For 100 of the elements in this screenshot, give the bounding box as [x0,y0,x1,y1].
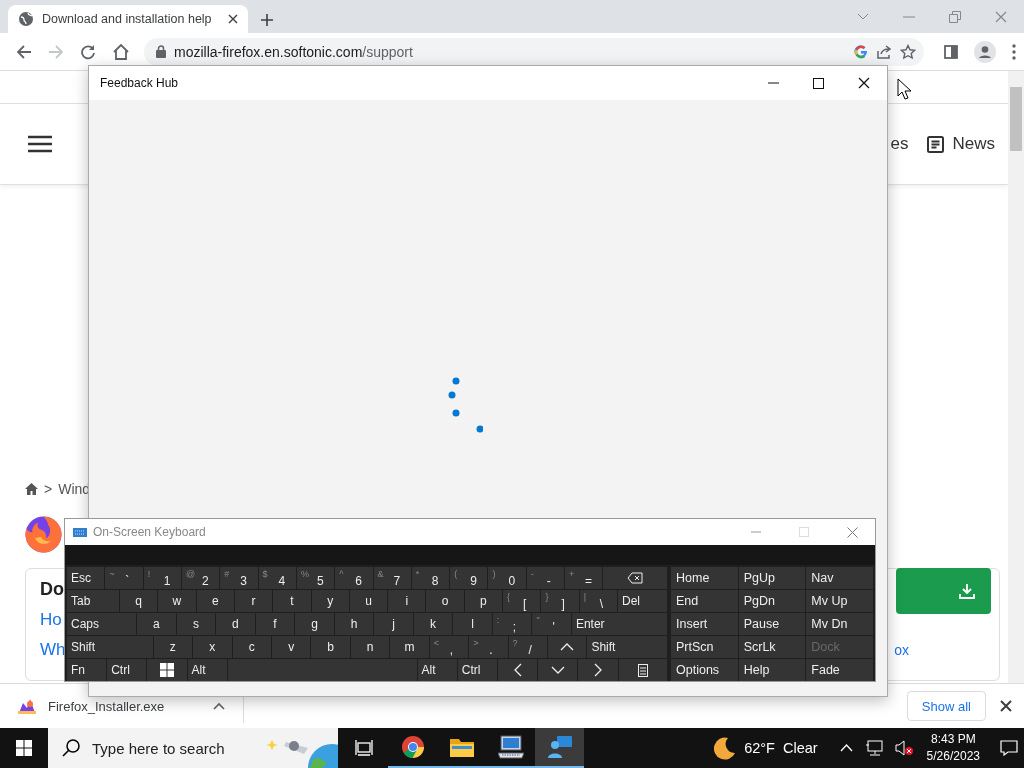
close-icon[interactable] [228,14,238,24]
keyboard-key[interactable]: r [234,590,273,612]
keyboard-key[interactable]: Caps [67,613,137,635]
close-icon[interactable] [1000,700,1012,712]
star-icon[interactable] [900,43,916,60]
keyboard-key[interactable]: Fn [67,659,107,681]
back-arrow-icon[interactable] [16,43,32,60]
keyboard-key[interactable]: b [311,636,350,658]
browser-tab[interactable]: Download and installation help [8,5,248,33]
nav-link[interactable]: News [927,134,995,154]
scrollbar[interactable] [1008,71,1024,683]
keyboard-key[interactable]: Del [618,590,668,612]
keyboard-key[interactable]: Tab [67,590,119,612]
reload-icon[interactable] [80,43,96,60]
menu-dots-icon[interactable] [1012,43,1016,60]
keyboard-key[interactable]: n [350,636,390,658]
keyboard-key[interactable]: PgUp [738,567,806,589]
keyboard-key[interactable]: h [334,613,374,635]
keyboard-key[interactable]: Pause [738,613,806,635]
keyboard-key[interactable]: s [176,613,216,635]
keyboard-key[interactable]: } ] [541,590,579,612]
keyboard-key[interactable]: @ 2 [181,567,220,589]
keyboard-key[interactable]: Ctrl [457,659,497,681]
keyboard-key[interactable]: PrtScn [671,636,738,658]
keyboard-key[interactable]: Fade [806,659,873,681]
keyboard-key[interactable]: Shift [587,636,667,658]
keyboard-key[interactable]: m [390,636,429,658]
keyboard-key[interactable]: % 5 [296,567,335,589]
download-filename[interactable]: Firefox_Installer.exe [48,698,165,714]
home-icon[interactable] [25,483,38,495]
keyboard-key[interactable]: f [255,613,295,635]
keyboard-key[interactable]: + = [565,567,603,589]
keyboard-key[interactable]: y [311,590,349,612]
keyboard-key[interactable]: z [153,636,193,658]
keyboard-key[interactable]: Insert [671,613,738,635]
menu-key[interactable] [618,659,668,681]
keyboard-key[interactable]: q [119,590,158,612]
card-link[interactable]: Wh [40,640,66,660]
keyboard-key[interactable]: j [374,613,413,635]
keyboard-key[interactable]: t [273,590,311,612]
keyboard-key[interactable]: * 8 [411,567,450,589]
keyboard-key[interactable]: Nav [806,567,873,589]
show-all-button[interactable]: Show all [906,691,986,721]
keyboard-key[interactable]: ^ 6 [335,567,373,589]
keyboard-key[interactable]: ( 9 [450,567,488,589]
keyboard-key[interactable]: - - [526,567,565,589]
maximize-icon[interactable] [813,77,824,89]
keyboard-key[interactable]: a [137,613,176,635]
keyboard-key[interactable]: | \ [579,590,618,612]
keyboard-key[interactable]: u [349,590,388,612]
keyboard-key[interactable]: Ctrl [107,659,147,681]
address-bar[interactable]: mozilla-firefox.en.softonic.com/support [144,37,924,66]
network-icon[interactable] [864,740,883,756]
keyboard-key[interactable]: k [413,613,453,635]
keyboard-key[interactable]: w [158,590,196,612]
keyboard-key[interactable]: c [232,636,271,658]
keyboard-key[interactable]: ) 0 [488,567,526,589]
keyboard-key[interactable]: i [388,590,426,612]
windows-key[interactable] [147,659,187,681]
left-key[interactable] [497,659,538,681]
keyboard-key[interactable]: Mv Dn [806,613,873,635]
hamburger-menu-icon[interactable] [28,135,52,153]
side-panel-icon[interactable] [944,44,958,59]
up-key[interactable] [548,636,587,658]
keyboard-key[interactable]: Home [671,567,738,589]
keyboard-key[interactable]: Mv Up [806,590,873,612]
keyboard-key[interactable]: v [271,636,311,658]
keyboard-key[interactable]: End [671,590,738,612]
restore-icon[interactable] [949,10,961,23]
caret-up-icon[interactable] [213,702,226,710]
speaker-muted-icon[interactable] [894,740,913,756]
keyboard-key[interactable]: { [ [503,590,541,612]
keyboard-key[interactable]: ~ ` [105,567,143,589]
keyboard-key[interactable]: o [426,590,464,612]
keyboard-key[interactable]: Alt [187,659,227,681]
backspace-key[interactable] [603,567,668,589]
search-field[interactable]: Type here to search [48,728,338,768]
keyboard-key[interactable]: Shift [67,636,153,658]
profile-avatar-icon[interactable] [974,40,996,63]
keyboard-key[interactable]: x [193,636,232,658]
notification-icon[interactable] [1000,740,1018,756]
keyboard-key[interactable]: ScrLk [738,636,806,658]
keyboard-key[interactable]: d [216,613,255,635]
chevron-up-icon[interactable] [839,744,853,752]
down-key[interactable] [538,659,578,681]
card-link[interactable]: ox [894,642,909,658]
clock[interactable]: 8:43 PM 5/26/2023 [926,731,980,765]
keyboard-key[interactable]: > . [469,636,508,658]
keyboard-key[interactable]: e [196,590,234,612]
right-key[interactable] [578,659,618,681]
keyboard-key[interactable]: ! 1 [143,567,181,589]
weather-widget[interactable]: 62°F Clear [712,736,818,760]
keyboard-key[interactable]: $ 4 [258,567,296,589]
keyboard-key[interactable]: : ; [492,613,532,635]
keyboard-key[interactable]: l [453,613,492,635]
keyboard-key[interactable]: ? / [508,636,547,658]
close-icon[interactable] [858,77,870,89]
keyboard-key[interactable]: Esc [67,567,105,589]
keyboard-key[interactable]: PgDn [738,590,806,612]
card-link[interactable]: Ho [40,610,66,630]
